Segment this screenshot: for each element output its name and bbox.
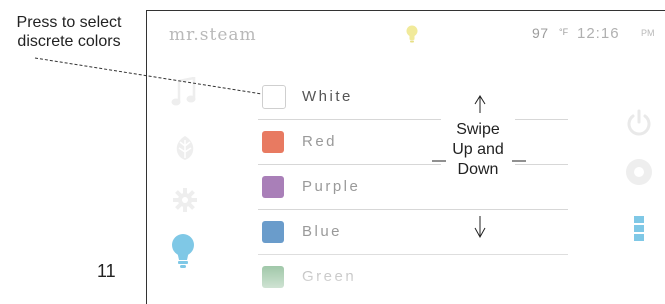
swipe-down-arrow-icon [474, 216, 486, 239]
annotation-overlay [34, 57, 526, 239]
swipe-up-arrow-icon [474, 95, 486, 113]
callout-leader-line [34, 57, 263, 95]
